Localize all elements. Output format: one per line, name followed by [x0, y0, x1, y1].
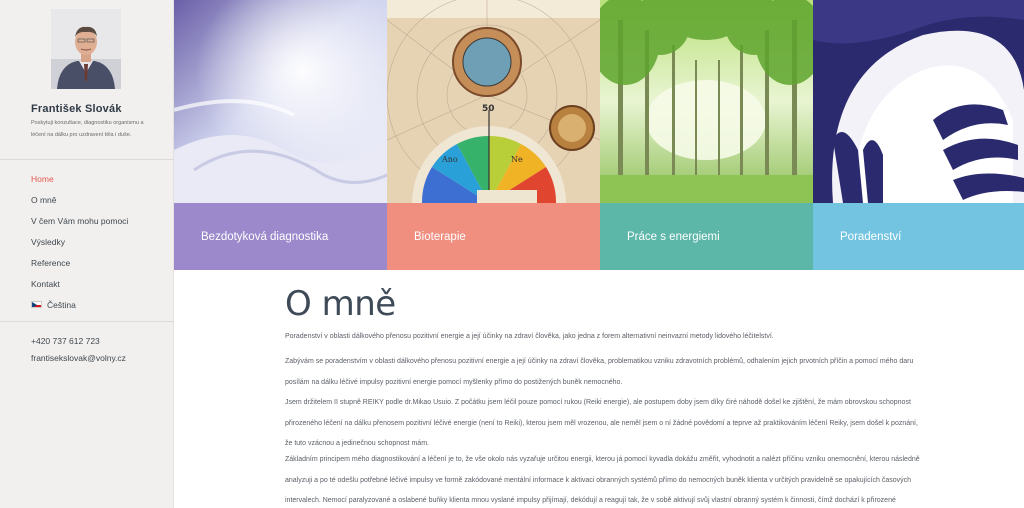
nav-label[interactable]: Čeština [47, 300, 76, 310]
nav-label[interactable]: O mně [31, 195, 57, 205]
sidebar-divider-bottom [0, 321, 174, 322]
tile-label[interactable]: Práce s energiemi [600, 203, 813, 270]
nav-item-reference[interactable]: Reference [31, 252, 171, 273]
paragraph: Poradenství v oblasti dálkového přenosu … [285, 333, 774, 340]
paragraph: Zabývám se poradenstvím v oblasti dálkov… [285, 358, 914, 386]
nav-label[interactable]: V čem Vám mohu pomoci [31, 216, 128, 226]
tile-bezdotykova-diagnostika[interactable]: Bezdotyková diagnostika [174, 0, 387, 270]
czech-flag-icon [31, 301, 42, 308]
tile-prace-s-energiemi[interactable]: Práce s energiemi [600, 0, 813, 270]
tile-image-bioterapie: 50 Ano Ne [387, 0, 600, 203]
tile-label[interactable]: Poradenství [813, 203, 1024, 270]
tile-label[interactable]: Bioterapie [387, 203, 600, 270]
sidebar-divider-top [0, 159, 174, 160]
tile-image-energie [600, 0, 813, 203]
nav-label[interactable]: Kontakt [31, 279, 60, 289]
tile-image-diagnostika [174, 0, 387, 203]
sidebar: František Slovák Poskytuji konzultace, d… [0, 0, 174, 508]
main-content: O mně Poradenství v oblasti dálkového př… [285, 283, 925, 504]
dial-word-right: Ne [511, 155, 523, 164]
tile-image-poradenstvi [813, 0, 1024, 203]
nav-label[interactable]: Výsledky [31, 237, 65, 247]
nav-item-home[interactable]: Home [31, 168, 171, 189]
nav-item-pomoc[interactable]: V čem Vám mohu pomoci [31, 210, 171, 231]
profile-name: František Slovák [31, 103, 122, 115]
main-nav: Home O mně V čem Vám mohu pomoci Výsledk… [31, 168, 171, 315]
nav-item-language[interactable]: Čeština [31, 294, 171, 315]
tile-poradenstvi[interactable]: Poradenství [813, 0, 1024, 270]
nav-label[interactable]: Home [31, 174, 54, 184]
avatar [51, 9, 121, 89]
dial-number: 50 [482, 104, 495, 114]
nav-item-o-mne[interactable]: O mně [31, 189, 171, 210]
nav-item-kontakt[interactable]: Kontakt [31, 273, 171, 294]
tile-bioterapie[interactable]: 50 Ano Ne Bioterapie [387, 0, 600, 270]
contact-email[interactable]: frantisekslovak@volny.cz [31, 353, 126, 363]
dial-word-left: Ano [441, 155, 458, 164]
nav-item-vysledky[interactable]: Výsledky [31, 231, 171, 252]
contact-phone[interactable]: +420 737 612 723 [31, 336, 100, 346]
service-tiles: Bezdotyková diagnostika 50 Ano Ne Bioter… [174, 0, 1024, 270]
paragraph: Základním principem mého diagnostikování… [285, 456, 920, 504]
tile-label[interactable]: Bezdotyková diagnostika [174, 203, 387, 270]
portrait-photo [51, 9, 121, 89]
nav-label[interactable]: Reference [31, 258, 70, 268]
paragraph: Jsem držitelem II stupně REIKY podle dr.… [285, 399, 918, 447]
page-title: O mně [285, 284, 396, 324]
profile-description: Poskytuji konzultace, diagnostiku organi… [31, 120, 144, 138]
